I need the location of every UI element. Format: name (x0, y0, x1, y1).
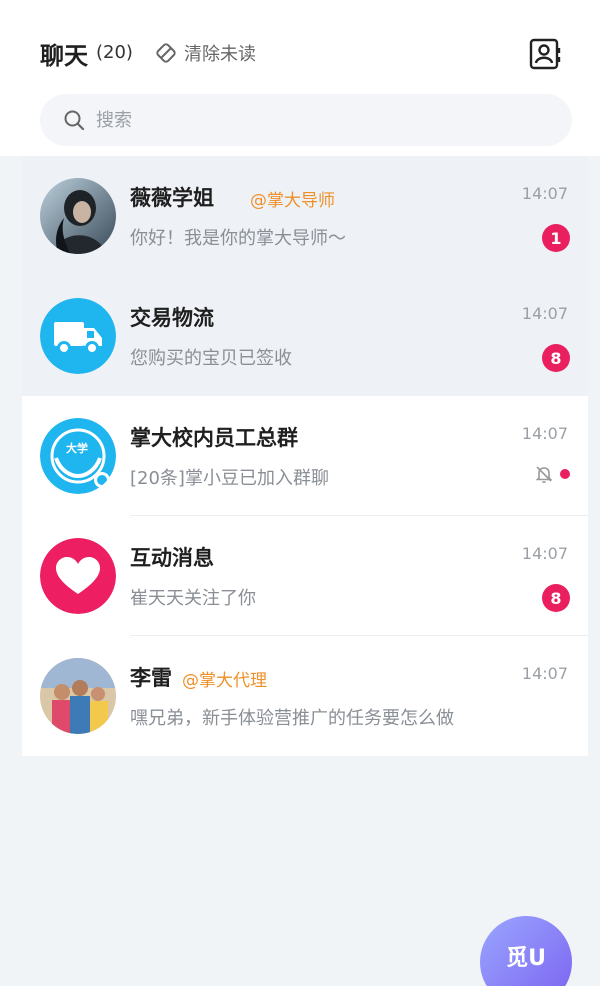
chat-name: 交易物流 (130, 306, 214, 330)
chat-preview: 崔天天关注了你 (130, 588, 256, 609)
eraser-icon (156, 43, 176, 63)
chat-row-logistics[interactable]: 交易物流 您购买的宝贝已签收 14:07 8 (22, 276, 588, 396)
unread-count: (20) (96, 42, 133, 63)
chat-time: 14:07 (521, 304, 568, 323)
avatar (40, 658, 116, 734)
chat-preview: 嘿兄弟，新手体验营推广的任务要怎么做 (130, 708, 454, 729)
chat-role-tag: @掌大代理 (182, 671, 267, 691)
chat-name: 掌大校内员工总群 (130, 426, 298, 450)
chat-name: 薇薇学姐 (130, 186, 214, 210)
fab-label: 觅U (506, 946, 546, 971)
bell-muted-icon (535, 466, 553, 484)
page-title: 聊天 (40, 42, 88, 70)
clear-unread-label: 清除未读 (184, 44, 256, 65)
chat-row-lilei[interactable]: 李雷 @掌大代理 嘿兄弟，新手体验营推广的任务要怎么做 14:07 (22, 636, 588, 756)
chat-row-weiwei[interactable]: 薇薇学姐 @掌大导师 你好！我是你的掌大导师～ 14:07 1 (22, 156, 588, 276)
avatar (40, 298, 116, 374)
chat-time: 14:07 (521, 664, 568, 683)
chat-time: 14:07 (521, 184, 568, 203)
search-input[interactable] (96, 109, 536, 131)
unread-badge: 8 (542, 344, 570, 372)
miu-fab-button[interactable]: 觅U (480, 916, 572, 986)
avatar (40, 178, 116, 254)
chat-time: 14:07 (521, 544, 568, 563)
unread-badge: 8 (542, 584, 570, 612)
unread-badge: 1 (542, 224, 570, 252)
avatar (40, 538, 116, 614)
avatar (40, 418, 116, 494)
contacts-button[interactable] (527, 36, 563, 72)
search-icon (64, 110, 85, 131)
chat-preview: [20条]掌小豆已加入群聊 (130, 468, 329, 489)
chat-name: 李雷 (130, 666, 172, 690)
search-bar[interactable] (40, 94, 572, 146)
truck-icon (40, 298, 116, 374)
group-logo-icon (40, 418, 116, 494)
chat-time: 14:07 (521, 424, 568, 443)
header-bar: 聊天 (20) 清除未读 (0, 0, 600, 100)
group-logo-text: 大学 (66, 442, 88, 455)
mute-indicator (534, 464, 570, 484)
contacts-icon (529, 38, 561, 70)
chat-role-tag: @掌大导师 (250, 191, 335, 211)
chat-preview: 您购买的宝贝已签收 (130, 348, 292, 369)
unread-dot (560, 469, 570, 479)
chat-row-staff-group[interactable]: 大学 掌大校内员工总群 [20条]掌小豆已加入群聊 14:07 (22, 396, 588, 516)
chat-name: 互动消息 (130, 546, 214, 570)
chat-list: 薇薇学姐 @掌大导师 你好！我是你的掌大导师～ 14:07 1 交易物流 您购买… (22, 156, 588, 756)
heart-icon (40, 538, 116, 614)
chat-row-interaction[interactable]: 互动消息 崔天天关注了你 14:07 8 (22, 516, 588, 636)
clear-unread-button[interactable]: 清除未读 (154, 38, 256, 68)
chat-preview: 你好！我是你的掌大导师～ (130, 228, 346, 249)
